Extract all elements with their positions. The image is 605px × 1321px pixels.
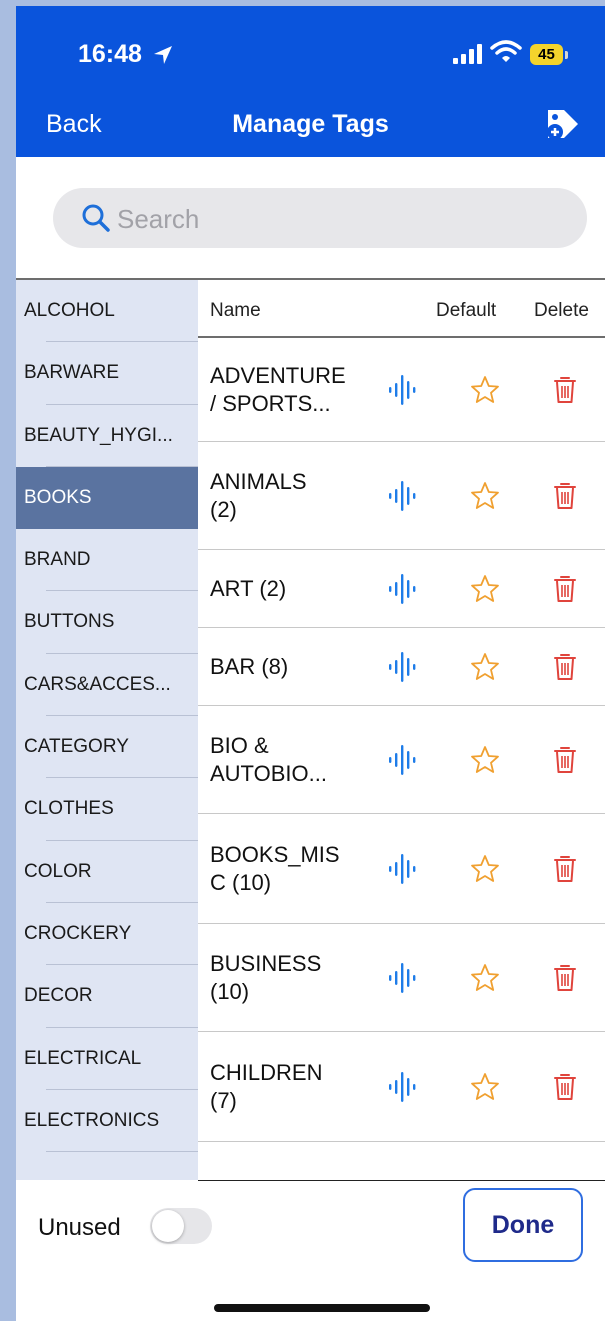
- column-header-name: Name: [210, 300, 261, 321]
- sidebar-item-electronics[interactable]: ELECTRONICS: [16, 1090, 198, 1153]
- tag-name: ANIMALS (2): [210, 468, 380, 524]
- tag-name-line: ART (2): [210, 576, 287, 601]
- sidebar-item-beauty-hygi[interactable]: BEAUTY_HYGI...: [16, 405, 198, 468]
- sidebar-item-buttons[interactable]: BUTTONS: [16, 591, 198, 655]
- tag-name-line: ADVENTURE: [210, 363, 346, 388]
- search-bar: [53, 188, 587, 250]
- unused-label: Unused: [38, 1214, 121, 1241]
- tag-plus-icon[interactable]: [544, 106, 582, 142]
- trash-icon[interactable]: [553, 1180, 577, 1181]
- sidebar-item-clothes[interactable]: CLOTHES: [16, 778, 198, 841]
- tag-name: CHILDREN (7): [210, 1059, 380, 1115]
- table-row[interactable]: BOOKS_MIS C (10): [198, 814, 605, 924]
- table-row[interactable]: ART (2): [198, 550, 605, 628]
- sidebar-item-crockery[interactable]: CROCKERY: [16, 903, 198, 966]
- star-outline-icon[interactable]: [470, 745, 500, 780]
- sidebar-item-cars-acces[interactable]: CARS&ACCES...: [16, 654, 198, 717]
- trash-icon[interactable]: [553, 375, 577, 410]
- tag-name-line: (10): [210, 979, 250, 1004]
- search-input[interactable]: [115, 188, 569, 250]
- tag-name: BIO & AUTOBIO...: [210, 732, 380, 788]
- tag-name: BOOKS_MIS C (10): [210, 841, 380, 897]
- tag-name-line: (2): [210, 497, 237, 522]
- table-row[interactable]: BUSINESS (10): [198, 924, 605, 1032]
- sidebar-item-books[interactable]: BOOKS: [16, 466, 198, 530]
- sidebar-item-brand[interactable]: BRAND: [16, 529, 198, 592]
- star-outline-icon[interactable]: [470, 652, 500, 687]
- trash-icon[interactable]: [553, 574, 577, 609]
- column-header-delete: Delete: [534, 300, 589, 321]
- tag-name-line: (7): [210, 1088, 237, 1113]
- column-header-default: Default: [436, 300, 497, 321]
- page-title: Manage Tags: [232, 110, 389, 138]
- star-outline-icon[interactable]: [470, 574, 500, 609]
- navigation-bar: 16:48 45 Back Manage Tags: [16, 6, 605, 157]
- audio-waveform-icon[interactable]: [388, 572, 418, 611]
- star-outline-icon[interactable]: [470, 375, 500, 410]
- tag-table: ADVENTURE / SPORTS... ANIMALS (2) ART (2…: [198, 338, 605, 1181]
- star-outline-icon[interactable]: [470, 1180, 500, 1181]
- back-button[interactable]: Back: [46, 110, 102, 139]
- table-row[interactable]: BAR (8): [198, 628, 605, 706]
- audio-waveform-icon[interactable]: [388, 479, 418, 518]
- trash-icon[interactable]: [553, 963, 577, 998]
- sidebar-item-decor[interactable]: DECOR: [16, 965, 198, 1028]
- star-outline-icon[interactable]: [470, 1072, 500, 1107]
- category-sidebar: ALCOHOL BARWARE BEAUTY_HYGI... BOOKS BRAND BU…: [16, 280, 198, 1180]
- star-outline-icon[interactable]: [470, 481, 500, 516]
- audio-waveform-icon[interactable]: [388, 961, 418, 1000]
- trash-icon[interactable]: [553, 481, 577, 516]
- trash-icon[interactable]: [553, 652, 577, 687]
- tag-name-line: C (10): [210, 870, 272, 895]
- audio-waveform-icon[interactable]: [388, 1178, 418, 1180]
- star-outline-icon[interactable]: [470, 963, 500, 998]
- location-arrow-icon: [154, 46, 172, 64]
- table-row[interactable]: ANIMALS (2): [198, 442, 605, 550]
- audio-waveform-icon[interactable]: [388, 650, 418, 689]
- tag-name-line: BOOKS_MIS: [210, 842, 340, 867]
- star-outline-icon[interactable]: [470, 854, 500, 889]
- tag-name-line: AUTOBIO...: [210, 761, 327, 786]
- battery-indicator: 45: [530, 44, 563, 65]
- table-row[interactable]: BIO & AUTOBIO...: [198, 706, 605, 814]
- table-row[interactable]: [198, 1142, 605, 1181]
- search-icon: [82, 204, 110, 232]
- sidebar-item-color[interactable]: COLOR: [16, 841, 198, 904]
- sidebar-item-alcohol[interactable]: ALCOHOL: [16, 280, 198, 343]
- done-button[interactable]: Done: [463, 1188, 583, 1262]
- tag-name: BAR (8): [210, 653, 380, 681]
- audio-waveform-icon[interactable]: [388, 852, 418, 891]
- tag-name: ART (2): [210, 575, 380, 603]
- toggle-knob: [152, 1210, 184, 1242]
- tag-name: BUSINESS (10): [210, 950, 380, 1006]
- tag-name: ADVENTURE / SPORTS...: [210, 362, 380, 418]
- home-indicator: [214, 1304, 430, 1312]
- wifi-icon: [490, 40, 522, 62]
- sidebar-item-electrical[interactable]: ELECTRICAL: [16, 1028, 198, 1091]
- tag-name-line: BUSINESS: [210, 951, 322, 976]
- status-time: 16:48: [78, 40, 142, 68]
- cellular-signal-icon: [453, 44, 482, 64]
- tag-name-line: BAR (8): [210, 654, 289, 679]
- trash-icon[interactable]: [553, 745, 577, 780]
- trash-icon[interactable]: [553, 1072, 577, 1107]
- table-header: Name Default Delete: [198, 280, 605, 338]
- tag-name-line: BIO &: [210, 733, 269, 758]
- table-row[interactable]: ADVENTURE / SPORTS...: [198, 338, 605, 442]
- audio-waveform-icon[interactable]: [388, 1070, 418, 1109]
- sidebar-item-barware[interactable]: BARWARE: [16, 342, 198, 405]
- sidebar-item-category[interactable]: CATEGORY: [16, 716, 198, 779]
- trash-icon[interactable]: [553, 854, 577, 889]
- tag-name-line: / SPORTS...: [210, 391, 331, 416]
- audio-waveform-icon[interactable]: [388, 743, 418, 782]
- tag-name-line: ANIMALS: [210, 469, 307, 494]
- table-row[interactable]: CHILDREN (7): [198, 1032, 605, 1142]
- audio-waveform-icon[interactable]: [388, 373, 418, 412]
- phone-screen: 16:48 45 Back Manage Tags Search ALCOHOL…: [16, 6, 605, 1321]
- battery-tip: [565, 51, 568, 59]
- tag-name-line: CHILDREN: [210, 1060, 323, 1085]
- unused-toggle[interactable]: [150, 1208, 212, 1244]
